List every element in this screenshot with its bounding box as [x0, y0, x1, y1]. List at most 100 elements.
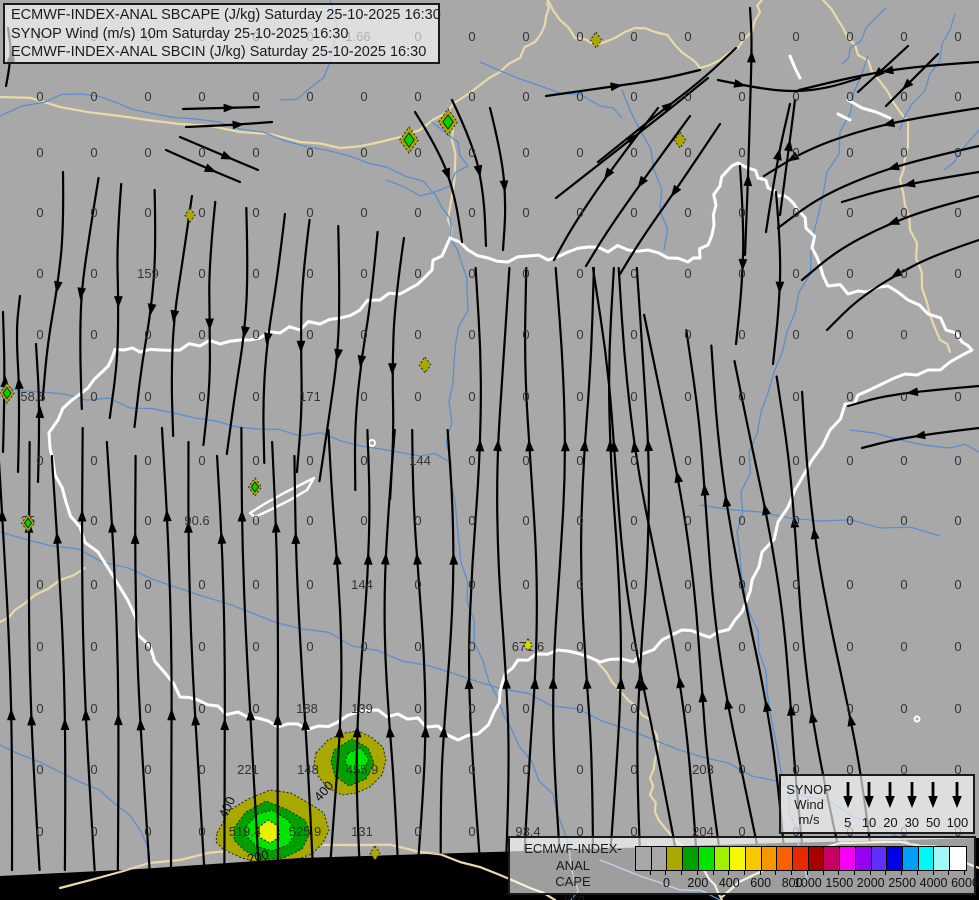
svg-text:0: 0 — [468, 453, 475, 468]
svg-text:0: 0 — [90, 389, 97, 404]
svg-text:0: 0 — [738, 639, 745, 654]
svg-text:0: 0 — [792, 327, 799, 342]
svg-text:0: 0 — [738, 513, 745, 528]
svg-text:0: 0 — [738, 577, 745, 592]
svg-text:0: 0 — [36, 453, 43, 468]
svg-text:0: 0 — [630, 89, 637, 104]
svg-text:0: 0 — [252, 89, 259, 104]
svg-text:0: 0 — [630, 205, 637, 220]
scale-tick-label: 4000 — [919, 876, 948, 890]
svg-text:0: 0 — [846, 639, 853, 654]
svg-text:0: 0 — [900, 327, 907, 342]
svg-text:0: 0 — [684, 205, 691, 220]
scale-tick-label: 400 — [718, 876, 740, 890]
svg-text:0: 0 — [36, 639, 43, 654]
svg-text:0: 0 — [576, 89, 583, 104]
down-arrow-icon — [952, 782, 963, 808]
svg-text:0: 0 — [522, 266, 529, 281]
svg-text:0: 0 — [684, 327, 691, 342]
cape-color-cell — [651, 847, 668, 870]
svg-text:0: 0 — [846, 701, 853, 716]
svg-text:0: 0 — [576, 453, 583, 468]
scale-tick — [822, 870, 824, 875]
svg-text:0: 0 — [954, 327, 961, 342]
cape-scale-ticks: 0 200 400 600 800 1000 1500 2000 2500 4000 6000 — [635, 870, 979, 892]
svg-text:0: 0 — [684, 89, 691, 104]
svg-text:0: 0 — [630, 762, 637, 777]
svg-text:0: 0 — [684, 577, 691, 592]
wind-speed-label: 20 — [883, 815, 898, 830]
svg-text:0: 0 — [900, 577, 907, 592]
svg-text:0: 0 — [576, 577, 583, 592]
cape-color-bar — [635, 846, 967, 871]
svg-text:0: 0 — [738, 389, 745, 404]
scale-tick-label: 200 — [687, 876, 709, 890]
svg-text:0: 0 — [468, 513, 475, 528]
svg-text:0: 0 — [36, 145, 43, 160]
svg-text:0: 0 — [522, 762, 529, 777]
svg-text:0: 0 — [522, 205, 529, 220]
svg-text:0: 0 — [792, 89, 799, 104]
wind-speed-label: 5 — [844, 815, 852, 830]
svg-text:0: 0 — [954, 89, 961, 104]
down-arrow-icon — [885, 782, 896, 808]
svg-text:0: 0 — [684, 701, 691, 716]
svg-text:0: 0 — [792, 701, 799, 716]
svg-text:0: 0 — [522, 577, 529, 592]
svg-text:0: 0 — [846, 205, 853, 220]
svg-text:0: 0 — [522, 453, 529, 468]
cape-color-cell — [871, 847, 888, 870]
cape-color-cell — [918, 847, 935, 870]
svg-text:0: 0 — [198, 89, 205, 104]
svg-text:0: 0 — [252, 205, 259, 220]
svg-text:0: 0 — [684, 266, 691, 281]
svg-text:0: 0 — [468, 145, 475, 160]
svg-text:0: 0 — [522, 701, 529, 716]
svg-text:0: 0 — [792, 577, 799, 592]
title-line-synop-wind: SYNOP Wind (m/s) 10m Saturday 25-10-2025… — [11, 25, 349, 42]
svg-text:0: 0 — [792, 145, 799, 160]
svg-text:0: 0 — [144, 701, 151, 716]
svg-text:0: 0 — [576, 513, 583, 528]
svg-text:0: 0 — [306, 145, 313, 160]
svg-text:519.4: 519.4 — [229, 824, 262, 839]
svg-text:0: 0 — [90, 205, 97, 220]
cape-color-cell — [761, 847, 778, 870]
svg-text:525.9: 525.9 — [289, 824, 322, 839]
map-title-box: ECMWF-INDEX-ANAL SBCAPE (J/kg) Saturday … — [3, 3, 441, 64]
wind-speed-label: 10 — [861, 815, 877, 830]
wind-speed-label: 50 — [925, 815, 941, 830]
cape-field-layer: 400400200 — [215, 730, 387, 867]
svg-text:0: 0 — [900, 513, 907, 528]
svg-text:0: 0 — [954, 29, 961, 44]
cape-color-cell — [808, 847, 825, 870]
svg-text:0: 0 — [846, 577, 853, 592]
svg-text:0: 0 — [252, 701, 259, 716]
svg-text:0: 0 — [630, 639, 637, 654]
svg-text:0: 0 — [198, 701, 205, 716]
svg-text:0: 0 — [630, 701, 637, 716]
svg-text:0: 0 — [576, 266, 583, 281]
scale-tick — [932, 870, 934, 875]
svg-text:0: 0 — [900, 89, 907, 104]
svg-text:0: 0 — [684, 389, 691, 404]
cape-color-cell — [667, 847, 684, 870]
svg-text:0: 0 — [738, 701, 745, 716]
scale-tick — [649, 870, 651, 875]
svg-text:0: 0 — [522, 89, 529, 104]
cape-color-cell — [793, 847, 809, 870]
wind-arrow-10: 10 — [861, 780, 877, 830]
down-arrow-icon — [928, 782, 938, 808]
svg-text:0: 0 — [306, 327, 313, 342]
scale-tick-label: 1000 — [793, 876, 822, 890]
svg-text:0: 0 — [846, 89, 853, 104]
svg-text:0: 0 — [630, 389, 637, 404]
scale-tick — [948, 870, 950, 875]
scale-tick — [885, 870, 887, 875]
svg-text:203: 203 — [692, 762, 714, 777]
svg-text:0: 0 — [414, 327, 421, 342]
svg-text:0: 0 — [954, 145, 961, 160]
svg-text:0: 0 — [576, 389, 583, 404]
svg-text:0: 0 — [900, 701, 907, 716]
svg-text:0: 0 — [900, 266, 907, 281]
